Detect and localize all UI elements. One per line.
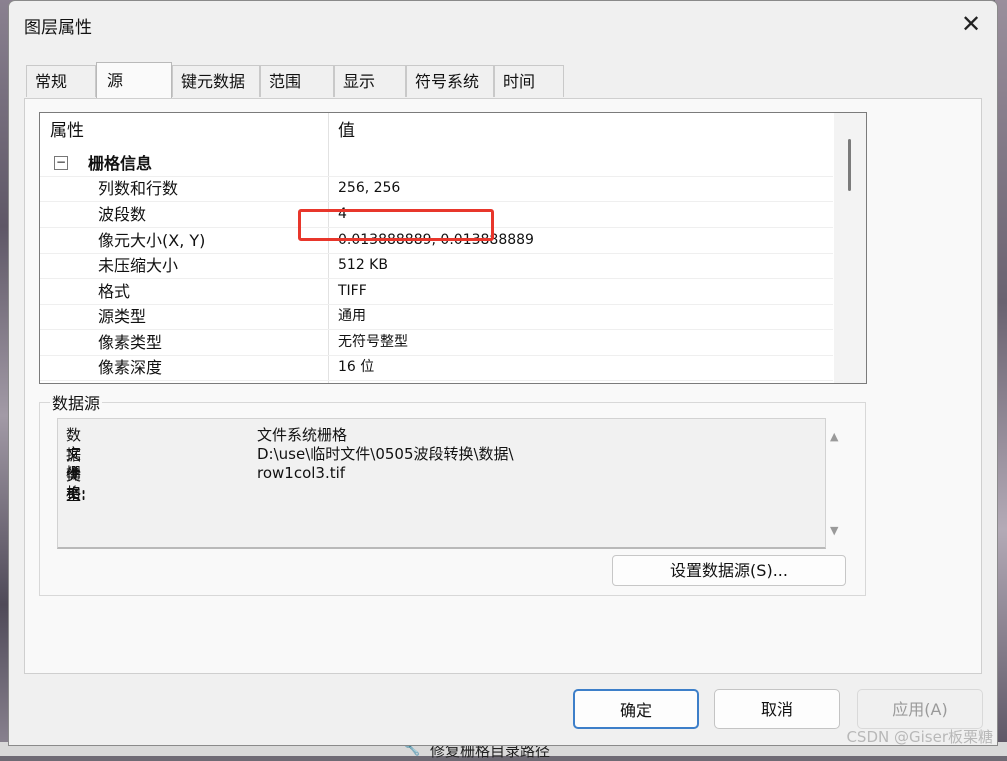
tab-source[interactable]: 源: [96, 62, 172, 98]
ok-button[interactable]: 确定: [573, 689, 699, 729]
property-value: 512 KB: [338, 257, 388, 273]
scroll-up-icon[interactable]: ▲: [830, 430, 838, 443]
category-row-raster-info[interactable]: − 栅格信息: [40, 151, 833, 177]
source-key: 栅格:: [66, 464, 87, 502]
scrollbar-thumb[interactable]: [848, 139, 851, 191]
source-tab-panel: 属性 值 − 栅格信息 列数和行数 256, 256 波段数 4 像元大小(X,…: [24, 98, 982, 674]
property-value: 16 位: [338, 359, 375, 375]
tab-extent[interactable]: 范围: [260, 65, 334, 97]
cancel-button[interactable]: 取消: [714, 689, 840, 729]
property-name: 格式: [98, 282, 131, 301]
property-name: 像素类型: [98, 333, 163, 352]
layer-properties-dialog: 图层属性 ✕ 常规 源 键元数据 范围 显示 符号系统 时间 属性 值 − 栅格…: [8, 0, 998, 746]
property-name: 像素深度: [98, 358, 163, 377]
property-row[interactable]: 像素类型 无符号整型: [40, 330, 833, 356]
property-grid[interactable]: 属性 值 − 栅格信息 列数和行数 256, 256 波段数 4 像元大小(X,…: [39, 112, 867, 384]
category-label: 栅格信息: [88, 154, 153, 173]
highlight-box: [298, 209, 494, 241]
property-value: 通用: [338, 308, 366, 324]
property-name: 列数和行数: [98, 179, 179, 198]
source-value: D:\use\临时文件\0505波段转换\数据\: [257, 445, 514, 463]
property-name: 波段数: [98, 205, 147, 224]
tab-general[interactable]: 常规: [26, 65, 96, 97]
property-name: 像元大小(X, Y): [98, 231, 206, 250]
tab-time[interactable]: 时间: [494, 65, 564, 97]
tab-key-metadata[interactable]: 键元数据: [172, 65, 260, 97]
property-row[interactable]: 列数和行数 256, 256: [40, 176, 833, 202]
tab-symbology[interactable]: 符号系统: [406, 65, 494, 97]
header-property[interactable]: 属性: [50, 113, 84, 149]
group-label: 数据源: [50, 390, 103, 414]
dialog-title: 图层属性: [24, 18, 92, 38]
property-row[interactable]: 像素深度 16 位: [40, 355, 833, 381]
close-icon[interactable]: ✕: [957, 10, 985, 38]
property-value: 无符号整型: [338, 334, 408, 350]
property-name: 源类型: [98, 307, 147, 326]
collapse-icon[interactable]: −: [54, 156, 68, 170]
watermark: CSDN @Giser板栗糖: [846, 728, 993, 746]
scroll-down-icon[interactable]: ▼: [830, 524, 838, 537]
property-row[interactable]: 源类型 通用: [40, 304, 833, 330]
data-source-group: 数据源 数据类型: 文件系统栅格 文件夹: D:\use\临时文件\0505波段…: [39, 390, 866, 596]
set-data-source-button[interactable]: 设置数据源(S)...: [612, 555, 846, 586]
header-value[interactable]: 值: [338, 113, 355, 149]
property-row[interactable]: 格式 TIFF: [40, 279, 833, 305]
property-name: 未压缩大小: [98, 256, 179, 275]
source-value: row1col3.tif: [257, 464, 346, 482]
source-value: 文件系统栅格: [257, 426, 348, 444]
property-row[interactable]: 未压缩大小 512 KB: [40, 253, 833, 279]
apply-button[interactable]: 应用(A): [857, 689, 983, 729]
grid-scrollbar[interactable]: [834, 113, 866, 383]
property-value: 256, 256: [338, 180, 401, 196]
property-value: TIFF: [338, 283, 367, 299]
tab-display[interactable]: 显示: [334, 65, 406, 97]
data-source-info-box: 数据类型: 文件系统栅格 文件夹: D:\use\临时文件\0505波段转换\数…: [57, 418, 838, 549]
